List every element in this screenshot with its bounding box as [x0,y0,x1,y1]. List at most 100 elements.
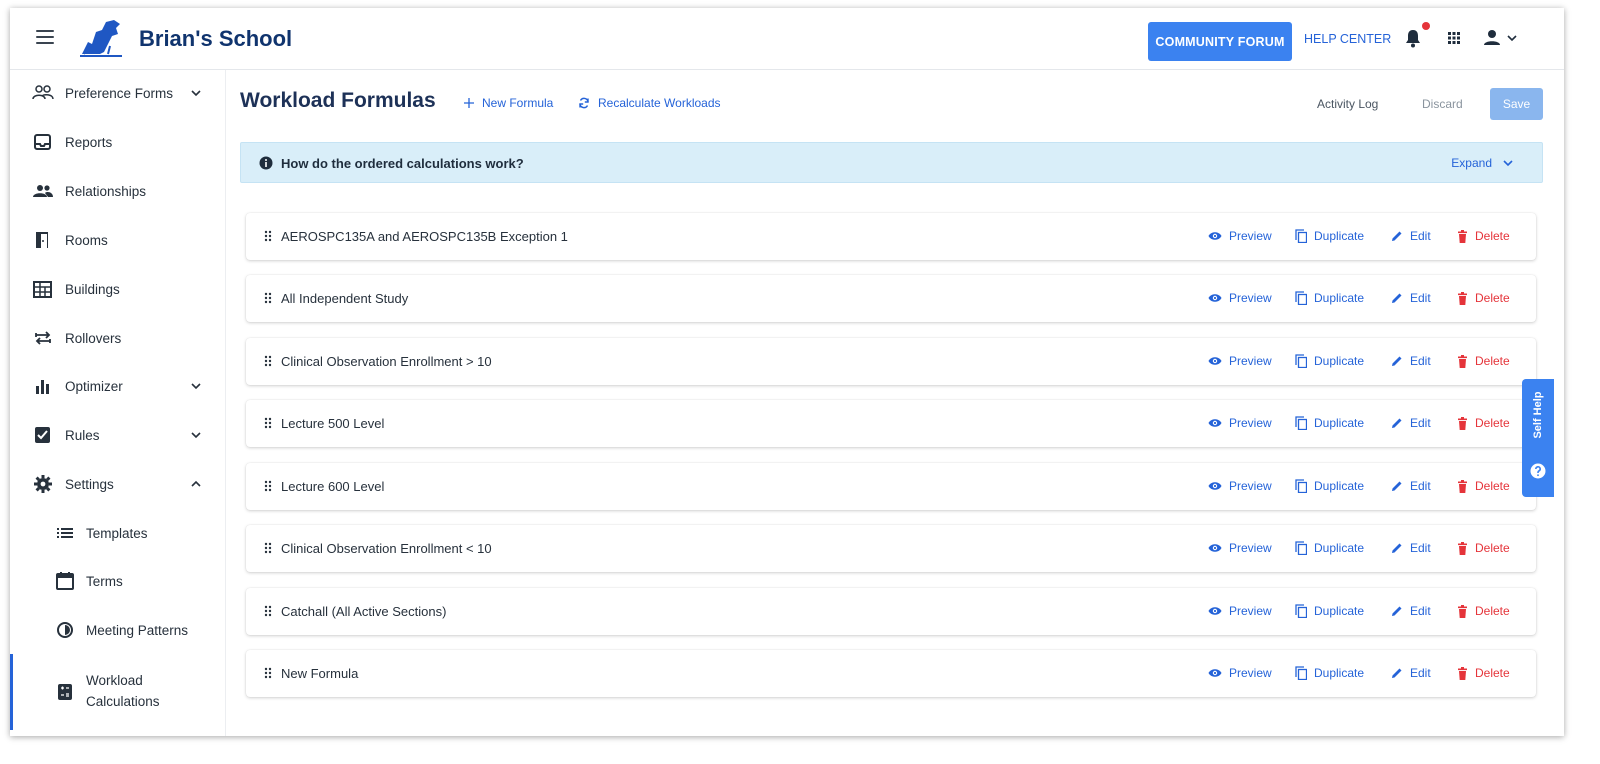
sidebar-item-rollovers[interactable]: Rollovers [10,318,226,358]
drag-handle-icon[interactable] [264,417,272,429]
pencil-icon [1392,606,1402,616]
school-name[interactable]: Brian's School [139,26,292,52]
page-title: Workload Formulas [240,89,436,112]
banner-text: How do the ordered calculations work? [281,156,524,171]
formula-row[interactable]: Clinical Observation Enrollment < 10 Prev… [246,525,1536,572]
preview-label: Preview [1229,604,1272,618]
duplicate-button[interactable]: Duplicate [1295,229,1364,243]
preview-label: Preview [1229,541,1272,555]
formula-row[interactable]: Catchall (All Active Sections) Preview Dup… [246,588,1536,635]
expand-button[interactable]: Expand [1451,156,1514,170]
drag-handle-icon[interactable] [264,542,272,554]
sidebar-item-rules[interactable]: Rules [10,415,226,455]
drag-handle-icon[interactable] [264,605,272,617]
delete-button[interactable]: Delete [1457,541,1510,555]
discard-button[interactable]: Discard [1422,97,1463,111]
edit-button[interactable]: Edit [1391,229,1431,243]
preview-button[interactable]: Preview [1208,666,1272,680]
activity-log-button[interactable]: Activity Log [1317,97,1378,111]
preview-button[interactable]: Preview [1208,291,1272,305]
eye-icon [1208,294,1222,302]
active-indicator [10,654,13,730]
checkbox-icon [35,427,50,443]
eye-icon [1208,669,1222,677]
edit-button[interactable]: Edit [1391,604,1431,618]
delete-button[interactable]: Delete [1457,416,1510,430]
sidebar-subitem-meeting-patterns[interactable]: Meeting Patterns [10,610,226,650]
sidebar-item-settings[interactable]: Settings [10,464,226,504]
delete-button[interactable]: Delete [1457,666,1510,680]
chevron-down-icon [191,432,201,439]
user-menu-icon[interactable] [1484,29,1518,47]
preview-button[interactable]: Preview [1208,416,1272,430]
save-button[interactable]: Save [1490,88,1543,120]
delete-button[interactable]: Delete [1457,479,1510,493]
delete-button[interactable]: Delete [1457,354,1510,368]
formula-row[interactable]: New Formula Preview Duplicate Edit Delete [246,650,1536,697]
school-logo[interactable] [78,18,124,58]
drag-handle-icon[interactable] [264,355,272,367]
sidebar-item-reports[interactable]: Reports [10,122,226,162]
help-center-link[interactable]: HELP CENTER [1304,32,1391,46]
sidebar-item-relationships[interactable]: Relationships [10,171,226,211]
drag-handle-icon[interactable] [264,230,272,242]
formula-name: Clinical Observation Enrollment < 10 [281,541,492,556]
sidebar-subitem-templates[interactable]: Templates [10,513,226,553]
preview-button[interactable]: Preview [1208,541,1272,555]
delete-label: Delete [1475,479,1510,493]
edit-button[interactable]: Edit [1391,291,1431,305]
drag-handle-icon[interactable] [264,667,272,679]
formula-row[interactable]: All Independent Study Preview Duplicate Edi… [246,275,1536,322]
recalculate-label: Recalculate Workloads [598,96,721,110]
preview-button[interactable]: Preview [1208,229,1272,243]
preview-label: Preview [1229,229,1272,243]
community-forum-button[interactable]: COMMUNITY FORUM [1148,22,1292,61]
formula-name: Lecture 600 Level [281,479,385,494]
drag-handle-icon[interactable] [264,292,272,304]
duplicate-button[interactable]: Duplicate [1295,666,1364,680]
edit-button[interactable]: Edit [1391,479,1431,493]
edit-button[interactable]: Edit [1391,416,1431,430]
duplicate-button[interactable]: Duplicate [1295,354,1364,368]
bell-icon[interactable] [1404,28,1422,48]
edit-button[interactable]: Edit [1391,354,1431,368]
edit-label: Edit [1410,416,1431,430]
sidebar-item-buildings[interactable]: Buildings [10,269,226,309]
edit-button[interactable]: Edit [1391,541,1431,555]
edit-label: Edit [1410,666,1431,680]
formula-row[interactable]: AEROSPC135A and AEROSPC135B Exception 1 P… [246,213,1536,260]
duplicate-button[interactable]: Duplicate [1295,291,1364,305]
new-formula-button[interactable]: New Formula [464,96,553,110]
edit-button[interactable]: Edit [1391,666,1431,680]
duplicate-button[interactable]: Duplicate [1295,604,1364,618]
sidebar-item-optimizer[interactable]: Optimizer [10,366,226,406]
delete-button[interactable]: Delete [1457,604,1510,618]
drag-handle-icon[interactable] [264,480,272,492]
formula-row[interactable]: Lecture 500 Level Preview Duplicate Edit Del… [246,400,1536,447]
preview-button[interactable]: Preview [1208,604,1272,618]
sidebar-item-rooms[interactable]: Rooms [10,220,226,260]
delete-button[interactable]: Delete [1457,291,1510,305]
sidebar-subitem-workload-calculations[interactable]: Workload Calculations [10,660,226,724]
sidebar-subitem-terms[interactable]: Terms [10,561,226,601]
sidebar-item-preference-forms[interactable]: Preference Forms [10,73,226,113]
duplicate-button[interactable]: Duplicate [1295,416,1364,430]
delete-button[interactable]: Delete [1457,229,1510,243]
preview-button[interactable]: Preview [1208,479,1272,493]
recalculate-workloads-button[interactable]: Recalculate Workloads [578,96,721,110]
sidebar-item-label: Optimizer [65,378,123,394]
eye-icon [1208,419,1222,427]
edit-label: Edit [1410,541,1431,555]
formula-row[interactable]: Clinical Observation Enrollment > 10 Prev… [246,338,1536,385]
duplicate-button[interactable]: Duplicate [1295,479,1364,493]
preview-button[interactable]: Preview [1208,354,1272,368]
trash-icon [1458,416,1467,430]
self-help-tab[interactable]: Self Help [1522,379,1554,497]
new-formula-label: New Formula [482,96,554,110]
duplicate-button[interactable]: Duplicate [1295,541,1364,555]
formula-row[interactable]: Lecture 600 Level Preview Duplicate Edit Del… [246,463,1536,510]
menu-icon[interactable] [36,30,54,44]
people-icon [33,185,53,197]
apps-grid-icon[interactable] [1448,32,1460,44]
copy-icon [1295,229,1307,243]
